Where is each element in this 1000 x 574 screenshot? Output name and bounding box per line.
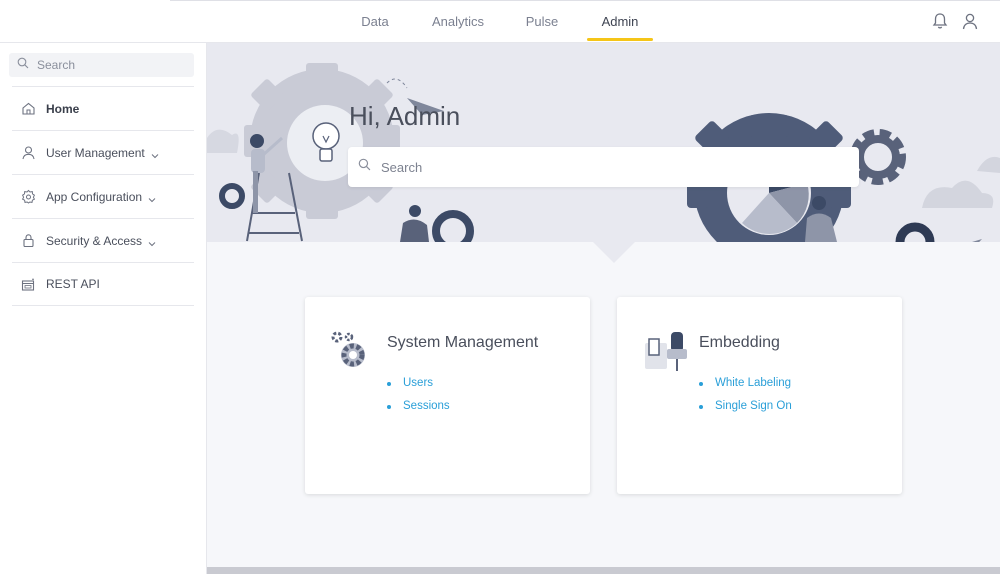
- hero-search-input[interactable]: [381, 159, 841, 175]
- bell-icon[interactable]: [930, 11, 950, 31]
- gears-icon: [329, 329, 373, 373]
- api-icon: [20, 276, 36, 292]
- sidebar-item-security-access[interactable]: Security & Access: [12, 218, 194, 262]
- link-sessions[interactable]: Sessions: [387, 400, 450, 423]
- home-icon: [20, 101, 36, 117]
- page-title: Hi, Admin: [349, 101, 461, 131]
- user-icon: [20, 145, 36, 161]
- card-title: Embedding: [699, 334, 780, 351]
- sidebar-search[interactable]: [9, 53, 194, 77]
- sidebar-item-label: App Configuration: [46, 189, 143, 204]
- paint-roller-icon: [641, 329, 687, 373]
- user-icon[interactable]: [960, 11, 980, 31]
- chevron-down-icon: [148, 237, 156, 246]
- sidebar-item-home[interactable]: Home: [12, 86, 194, 130]
- tab-analytics[interactable]: Analytics: [410, 0, 506, 43]
- horizontal-scrollbar[interactable]: [207, 567, 1000, 574]
- sidebar-item-label: Home: [46, 101, 80, 116]
- tab-pulse[interactable]: Pulse: [506, 0, 578, 43]
- lock-icon: [20, 233, 36, 249]
- hero-banner: Hi, Admin: [207, 43, 1000, 242]
- chevron-down-icon: [151, 149, 159, 158]
- link-users[interactable]: Users: [387, 377, 450, 400]
- main-content: Hi, Admin System Management Users Sessio…: [207, 43, 1000, 567]
- gear-icon: [20, 189, 36, 205]
- tab-admin[interactable]: Admin: [587, 0, 653, 43]
- card-links: White Labeling Single Sign On: [699, 377, 792, 423]
- card-system-management: System Management Users Sessions: [305, 297, 590, 494]
- corner: [0, 0, 170, 1]
- chevron-down-icon: [148, 193, 156, 202]
- hero-illustration: [207, 63, 1000, 242]
- card-links: Users Sessions: [387, 377, 450, 423]
- sidebar-search-input[interactable]: [37, 58, 187, 72]
- sidebar-item-label: REST API: [46, 277, 100, 291]
- sidebar-item-label: Security & Access: [46, 233, 143, 248]
- sidebar-menu: Home User Management App Configuration S…: [12, 86, 194, 306]
- top-icons: [930, 11, 980, 31]
- sidebar-item-app-configuration[interactable]: App Configuration: [12, 174, 194, 218]
- sidebar-item-user-management[interactable]: User Management: [12, 130, 194, 174]
- hero-search[interactable]: [348, 147, 859, 187]
- sidebar-item-rest-api[interactable]: REST API: [12, 262, 194, 306]
- card-title: System Management: [387, 334, 539, 351]
- hero-notch: [592, 241, 636, 263]
- link-single-sign-on[interactable]: Single Sign On: [699, 400, 792, 423]
- top-bar: Data Analytics Pulse Admin: [0, 0, 1000, 43]
- tab-data[interactable]: Data: [340, 0, 410, 43]
- main-nav: Data Analytics Pulse Admin: [340, 0, 653, 43]
- search-icon: [17, 56, 29, 74]
- card-embedding: Embedding White Labeling Single Sign On: [617, 297, 902, 494]
- sidebar: Home User Management App Configuration S…: [0, 43, 207, 574]
- sidebar-item-label: User Management: [46, 145, 145, 160]
- search-icon: [358, 158, 371, 176]
- link-white-labeling[interactable]: White Labeling: [699, 377, 792, 400]
